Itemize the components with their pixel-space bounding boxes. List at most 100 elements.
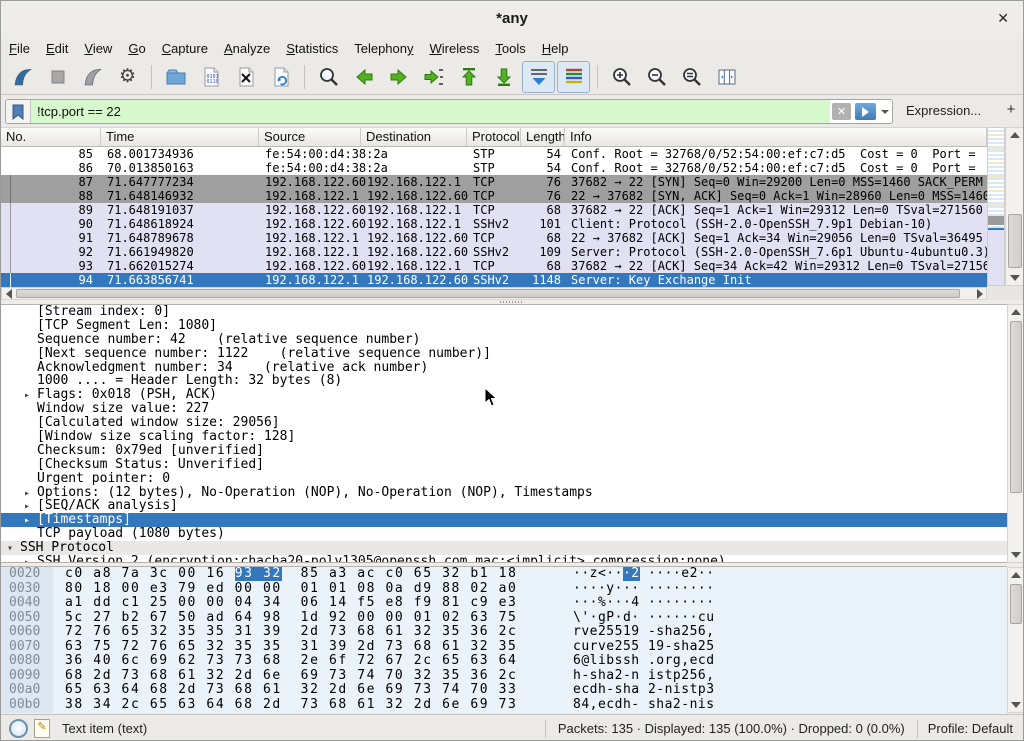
hex-row[interactable]: 0020c0 a8 7a 3c 00 16 93 32 85 a3 ac c0 … <box>1 567 1007 582</box>
filter-add-button[interactable]: + <box>1003 99 1019 121</box>
detail-line[interactable]: ▸Options: (12 bytes), No-Operation (NOP)… <box>1 486 1007 500</box>
packet-row[interactable]: 9471.663856741192.168.122.1192.168.122.6… <box>1 273 987 287</box>
hex-row[interactable]: 003080 18 00 e3 79 ed 00 00 01 01 08 0a … <box>1 582 1007 597</box>
save-file-icon[interactable]: 01010110 <box>194 61 227 93</box>
display-filter-entry[interactable]: ✕ <box>5 99 893 124</box>
find-packet-icon[interactable] <box>312 61 345 93</box>
hscrollbar-thumb[interactable] <box>16 289 960 298</box>
hex-row[interactable]: 006072 76 65 32 35 35 31 39 2d 73 68 61 … <box>1 625 1007 640</box>
column-header-no[interactable]: No. <box>1 128 101 146</box>
scrollbar-thumb[interactable] <box>1008 214 1022 268</box>
detail-line[interactable]: 1000 .... = Header Length: 32 bytes (8) <box>1 374 1007 388</box>
hex-scrollbar[interactable] <box>1007 567 1024 713</box>
scroll-down-icon[interactable] <box>1008 548 1024 562</box>
start-capture-icon[interactable] <box>6 61 39 93</box>
scrollbar-thumb[interactable] <box>1010 321 1022 493</box>
collapsed-icon[interactable]: ▸ <box>24 514 37 528</box>
autoscroll-icon[interactable] <box>522 61 555 93</box>
go-last-icon[interactable] <box>487 61 520 93</box>
open-file-icon[interactable] <box>159 61 192 93</box>
scroll-up-icon[interactable] <box>1006 128 1024 142</box>
detail-line[interactable]: Sequence number: 42 (relative sequence n… <box>1 333 1007 347</box>
zoom-original-icon[interactable] <box>675 61 708 93</box>
detail-line[interactable]: TCP payload (1080 bytes) <box>1 527 1007 541</box>
scroll-right-icon[interactable] <box>973 288 986 299</box>
collapsed-icon[interactable]: ▸ <box>24 500 37 514</box>
scroll-left-icon[interactable] <box>2 288 15 299</box>
packet-row[interactable]: 9071.648618924192.168.122.60192.168.122.… <box>1 217 987 231</box>
go-back-icon[interactable] <box>347 61 380 93</box>
menu-file[interactable]: File <box>1 39 38 59</box>
detail-line[interactable]: Checksum: 0x79ed [unverified] <box>1 444 1007 458</box>
detail-line[interactable]: ▸Flags: 0x018 (PSH, ACK) <box>1 388 1007 402</box>
detail-line[interactable]: [Next sequence number: 1122 (relative se… <box>1 347 1007 361</box>
go-first-icon[interactable] <box>452 61 485 93</box>
filter-dropdown-icon[interactable] <box>878 100 892 123</box>
column-header-length[interactable]: Length <box>521 128 565 146</box>
filter-clear-icon[interactable]: ✕ <box>832 103 851 120</box>
hex-row[interactable]: 00a065 63 64 68 2d 73 68 61 32 2d 6e 69 … <box>1 683 1007 698</box>
restart-capture-icon[interactable] <box>76 61 109 93</box>
packet-row[interactable]: 8670.013850163fe:54:00:d4:38:2aSTP54Conf… <box>1 161 987 175</box>
hex-row[interactable]: 007063 75 72 76 65 32 35 35 31 39 2d 73 … <box>1 640 1007 655</box>
go-forward-icon[interactable] <box>382 61 415 93</box>
intelligent-scrollbar-minimap[interactable] <box>987 127 1005 286</box>
packet-row[interactable]: 8871.648146932192.168.122.1192.168.122.6… <box>1 189 987 203</box>
hex-row[interactable]: 00b038 34 2c 65 63 64 68 2d 73 68 61 32 … <box>1 698 1007 713</box>
profile-label[interactable]: Profile: Default <box>917 720 1023 738</box>
menu-statistics[interactable]: Statistics <box>278 39 346 59</box>
filter-bookmark-icon[interactable] <box>6 100 31 123</box>
menu-tools[interactable]: Tools <box>487 39 533 59</box>
hex-row[interactable]: 009068 2d 73 68 61 32 2d 6e 69 73 74 70 … <box>1 669 1007 684</box>
detail-line[interactable]: [Stream index: 0] <box>1 305 1007 319</box>
column-header-source[interactable]: Source <box>259 128 361 146</box>
detail-line[interactable]: Acknowledgment number: 34 (relative ack … <box>1 361 1007 375</box>
packet-list-header[interactable]: No.TimeSourceDestinationProtocolLengthIn… <box>1 127 987 147</box>
column-header-time[interactable]: Time <box>101 128 259 146</box>
collapsed-icon[interactable]: ▸ <box>24 556 37 563</box>
detail-line[interactable]: [TCP Segment Len: 1080] <box>1 319 1007 333</box>
goto-packet-icon[interactable] <box>417 61 450 93</box>
hex-row[interactable]: 00505c 27 b2 67 50 ad 64 98 1d 92 00 00 … <box>1 611 1007 626</box>
filter-apply-icon[interactable] <box>855 103 876 120</box>
stop-capture-icon[interactable] <box>41 61 74 93</box>
detail-line[interactable]: ▸[SEQ/ACK analysis] <box>1 499 1007 513</box>
menu-wireless[interactable]: Wireless <box>422 39 488 59</box>
hex-row[interactable]: 0040a1 dd c1 25 00 00 04 34 06 14 f5 e8 … <box>1 596 1007 611</box>
menu-edit[interactable]: Edit <box>38 39 76 59</box>
menu-analyze[interactable]: Analyze <box>216 39 278 59</box>
menu-view[interactable]: View <box>76 39 120 59</box>
packet-row[interactable]: 9371.662015274192.168.122.60192.168.122.… <box>1 259 987 273</box>
expanded-icon[interactable]: ▾ <box>7 542 20 556</box>
column-header-destination[interactable]: Destination <box>361 128 467 146</box>
collapsed-icon[interactable]: ▸ <box>24 389 37 403</box>
detail-line[interactable]: [Checksum Status: Unverified] <box>1 458 1007 472</box>
close-file-icon[interactable] <box>229 61 262 93</box>
detail-line[interactable]: [Calculated window size: 29056] <box>1 416 1007 430</box>
capture-comment-icon[interactable]: ✎ <box>34 719 50 738</box>
expression-button[interactable]: Expression... <box>906 103 981 118</box>
reload-file-icon[interactable] <box>264 61 297 93</box>
packet-bytes-pane[interactable]: 0020c0 a8 7a 3c 00 16 93 32 85 a3 ac c0 … <box>1 566 1007 713</box>
detail-line[interactable]: ▸SSH Version 2 (encryption:chacha20-poly… <box>1 555 1007 563</box>
packet-row[interactable]: 9271.661949820192.168.122.1192.168.122.6… <box>1 245 987 259</box>
packet-list-hscrollbar[interactable] <box>1 287 987 300</box>
close-icon[interactable]: ✕ <box>997 10 1009 27</box>
display-filter-input[interactable] <box>31 100 830 123</box>
zoom-in-icon[interactable] <box>605 61 638 93</box>
scroll-down-icon[interactable] <box>1006 271 1024 285</box>
expert-info-icon[interactable] <box>9 719 28 738</box>
packet-row[interactable]: 8771.647777234192.168.122.60192.168.122.… <box>1 175 987 189</box>
packet-row[interactable]: 8971.648191037192.168.122.60192.168.122.… <box>1 203 987 217</box>
detail-line[interactable]: ▸[Timestamps] <box>1 513 1007 527</box>
colorize-icon[interactable] <box>557 61 590 93</box>
hex-row[interactable]: 008036 40 6c 69 62 73 73 68 2e 6f 72 67 … <box>1 654 1007 669</box>
packet-row[interactable]: 8568.001734936fe:54:00:d4:38:2aSTP54Conf… <box>1 147 987 161</box>
packet-list-scrollbar[interactable] <box>1005 127 1024 286</box>
resize-columns-icon[interactable] <box>710 61 743 93</box>
detail-line[interactable]: Urgent pointer: 0 <box>1 472 1007 486</box>
menu-go[interactable]: Go <box>120 39 153 59</box>
details-scrollbar[interactable] <box>1007 304 1024 563</box>
scroll-down-icon[interactable] <box>1008 698 1024 712</box>
collapsed-icon[interactable]: ▸ <box>24 487 37 501</box>
